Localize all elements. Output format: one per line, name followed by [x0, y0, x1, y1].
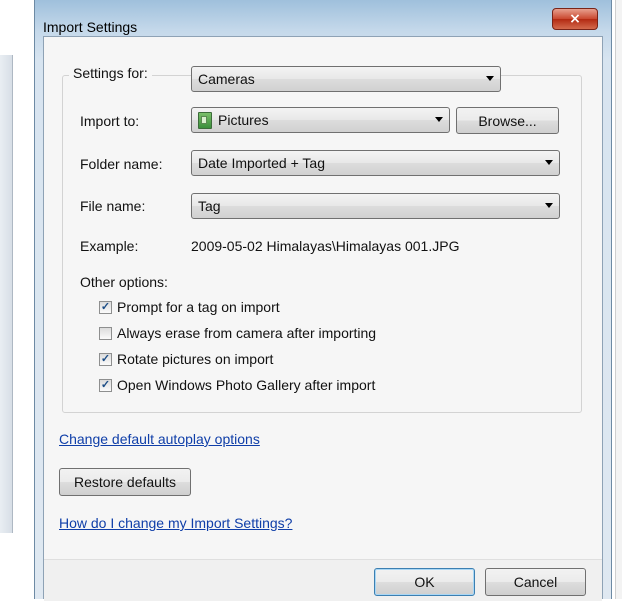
browse-button[interactable]: Browse...	[456, 107, 559, 134]
chevron-down-icon	[486, 76, 494, 81]
settings-for-value: Cameras	[198, 71, 255, 87]
import-to-value: Pictures	[218, 112, 269, 128]
erase-camera-option[interactable]: Always erase from camera after importing	[99, 325, 376, 341]
background-scroll-edge	[615, 0, 622, 599]
open-gallery-option[interactable]: ✓ Open Windows Photo Gallery after impor…	[99, 377, 375, 393]
option-label: Prompt for a tag on import	[117, 299, 280, 315]
example-value: 2009-05-02 Himalayas\Himalayas 001.JPG	[191, 238, 460, 254]
chevron-down-icon	[545, 160, 553, 165]
folder-name-value: Date Imported + Tag	[198, 155, 325, 171]
import-settings-dialog: Import Settings × Settings for: Cameras …	[34, 0, 612, 601]
settings-for-label: Settings for:	[69, 65, 152, 81]
prompt-tag-option[interactable]: ✓ Prompt for a tag on import	[99, 299, 280, 315]
chevron-down-icon	[435, 117, 443, 122]
file-name-label: File name:	[80, 198, 146, 214]
folder-name-dropdown[interactable]: Date Imported + Tag	[191, 150, 560, 176]
option-label: Always erase from camera after importing	[117, 325, 377, 341]
ok-button[interactable]: OK	[374, 568, 475, 596]
checkbox-prompt-tag[interactable]: ✓	[99, 300, 112, 314]
import-to-dropdown[interactable]: Pictures	[191, 107, 450, 133]
rotate-pictures-option[interactable]: ✓ Rotate pictures on import	[99, 351, 273, 367]
other-options-label: Other options:	[80, 274, 168, 290]
import-settings-help-link[interactable]: How do I change my Import Settings?	[59, 515, 292, 531]
pictures-folder-icon	[198, 111, 212, 129]
option-label: Open Windows Photo Gallery after import	[117, 377, 376, 393]
option-label: Rotate pictures on import	[117, 351, 274, 367]
settings-for-dropdown[interactable]: Cameras	[191, 66, 501, 92]
import-to-label: Import to:	[80, 113, 140, 129]
cancel-button[interactable]: Cancel	[485, 568, 586, 596]
background-window-edge	[0, 55, 13, 533]
checkbox-open-gallery[interactable]: ✓	[99, 378, 112, 392]
example-label: Example:	[80, 238, 139, 254]
checkbox-erase-camera[interactable]	[99, 326, 112, 340]
restore-defaults-button[interactable]: Restore defaults	[59, 468, 191, 496]
change-autoplay-link[interactable]: Change default autoplay options	[59, 431, 260, 447]
close-icon: ×	[569, 11, 581, 27]
close-button[interactable]: ×	[552, 8, 598, 30]
folder-name-label: Folder name:	[80, 156, 163, 172]
chevron-down-icon	[545, 203, 553, 208]
file-name-value: Tag	[198, 198, 221, 214]
file-name-dropdown[interactable]: Tag	[191, 193, 560, 219]
checkbox-rotate-pictures[interactable]: ✓	[99, 352, 112, 366]
dialog-title: Import Settings	[43, 19, 138, 35]
dialog-client-area: Settings for: Cameras Import to: Picture…	[43, 36, 603, 601]
